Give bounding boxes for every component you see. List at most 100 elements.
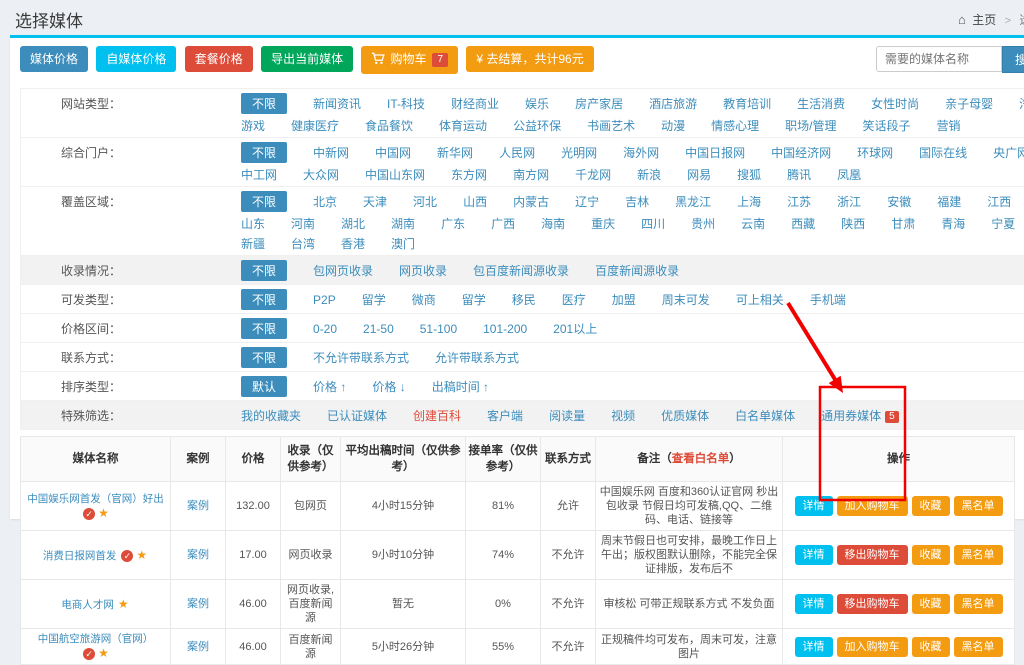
filter-option[interactable]: 四川 <box>641 215 665 232</box>
filter-option[interactable]: 中国山东网 <box>365 166 425 183</box>
filter-chip-selected[interactable]: 不限 <box>241 347 287 368</box>
filter-option[interactable]: 中国网 <box>375 144 411 161</box>
filter-option[interactable]: 价格 ↑ <box>313 378 346 395</box>
media-name-link[interactable]: 电商人才网 <box>61 599 114 611</box>
filter-option[interactable]: 微商 <box>412 291 436 308</box>
filter-option[interactable]: 财经商业 <box>451 95 499 112</box>
filter-option[interactable]: 职场/管理 <box>785 117 836 134</box>
filter-option[interactable]: 出稿时间 ↑ <box>432 378 489 395</box>
filter-chip-selected[interactable]: 不限 <box>241 289 287 310</box>
filter-option[interactable]: 客户端 <box>487 407 523 424</box>
filter-option[interactable]: 房产家居 <box>575 95 623 112</box>
filter-option[interactable]: 山西 <box>463 193 487 210</box>
blacklist-button[interactable]: 黑名单 <box>954 594 1003 614</box>
filter-option[interactable]: 手机端 <box>810 291 846 308</box>
filter-chip-selected[interactable]: 不限 <box>241 142 287 163</box>
filter-option[interactable]: 白名单媒体 <box>735 407 795 424</box>
filter-option[interactable]: 光明网 <box>561 144 597 161</box>
filter-option[interactable]: 亲子母婴 <box>945 95 993 112</box>
media-name-link[interactable]: 中国娱乐网首发（官网）好出 <box>27 493 164 505</box>
add-to-cart-button[interactable]: 加入购物车 <box>837 496 908 516</box>
filter-option[interactable]: 青海 <box>941 215 965 232</box>
remove-from-cart-button[interactable]: 移出购物车 <box>837 594 908 614</box>
filter-option[interactable]: 山东 <box>241 215 265 232</box>
filter-option[interactable]: P2P <box>313 293 336 307</box>
filter-option[interactable]: 201以上 <box>553 320 597 337</box>
filter-option[interactable]: 我的收藏夹 <box>241 407 301 424</box>
filter-option[interactable]: 女性时尚 <box>871 95 919 112</box>
case-link[interactable]: 案例 <box>187 598 209 610</box>
filter-chip-selected[interactable]: 不限 <box>241 318 287 339</box>
filter-option[interactable]: 新闻资讯 <box>313 95 361 112</box>
filter-option[interactable]: 中工网 <box>241 166 277 183</box>
filter-option[interactable]: 上海 <box>737 193 761 210</box>
export-media-button[interactable]: 导出当前媒体 <box>261 46 353 72</box>
filter-option[interactable]: 东方网 <box>451 166 487 183</box>
filter-option[interactable]: 国际在线 <box>919 144 967 161</box>
favorite-button[interactable]: 收藏 <box>912 594 950 614</box>
filter-option[interactable]: 汽车 <box>1019 95 1024 112</box>
filter-option[interactable]: 宁夏 <box>991 215 1015 232</box>
filter-option[interactable]: 吉林 <box>625 193 649 210</box>
media-name-link[interactable]: 中国航空旅游网（官网） <box>38 633 154 645</box>
filter-option[interactable]: 广东 <box>441 215 465 232</box>
filter-option[interactable]: 人民网 <box>499 144 535 161</box>
filter-option[interactable]: 优质媒体 <box>661 407 709 424</box>
filter-option[interactable]: 陕西 <box>841 215 865 232</box>
case-link[interactable]: 案例 <box>187 641 209 653</box>
filter-option[interactable]: 51-100 <box>420 322 457 336</box>
filter-option[interactable]: IT-科技 <box>387 95 425 112</box>
filter-option[interactable]: 新华网 <box>437 144 473 161</box>
filter-option[interactable]: 海南 <box>541 215 565 232</box>
media-price-button[interactable]: 媒体价格 <box>20 46 88 72</box>
filter-option[interactable]: 北京 <box>313 193 337 210</box>
filter-option[interactable]: 游戏 <box>241 117 265 134</box>
blacklist-button[interactable]: 黑名单 <box>954 637 1003 657</box>
filter-option[interactable]: 澳门 <box>391 235 415 252</box>
filter-option[interactable]: 湖南 <box>391 215 415 232</box>
package-price-button[interactable]: 套餐价格 <box>185 46 253 72</box>
filter-option[interactable]: 移民 <box>512 291 536 308</box>
filter-option[interactable]: 动漫 <box>661 117 685 134</box>
filter-option[interactable]: 广西 <box>491 215 515 232</box>
filter-option[interactable]: 河北 <box>413 193 437 210</box>
filter-option[interactable]: 西藏 <box>791 215 815 232</box>
filter-option[interactable]: 0-20 <box>313 322 337 336</box>
filter-option[interactable]: 留学 <box>362 291 386 308</box>
filter-option[interactable]: 千龙网 <box>575 166 611 183</box>
media-name-link[interactable]: 消费日报网首发 <box>43 550 117 562</box>
favorite-button[interactable]: 收藏 <box>912 496 950 516</box>
filter-option[interactable]: 重庆 <box>591 215 615 232</box>
filter-option[interactable]: 浙江 <box>837 193 861 210</box>
filter-option[interactable]: 医疗 <box>562 291 586 308</box>
add-to-cart-button[interactable]: 加入购物车 <box>837 637 908 657</box>
filter-option[interactable]: 天津 <box>363 193 387 210</box>
detail-button[interactable]: 详情 <box>795 594 833 614</box>
filter-option[interactable]: 通用券媒体5 <box>821 407 899 424</box>
filter-option[interactable]: 价格 ↓ <box>372 378 405 395</box>
detail-button[interactable]: 详情 <box>795 496 833 516</box>
filter-option[interactable]: 安徽 <box>887 193 911 210</box>
remove-from-cart-button[interactable]: 移出购物车 <box>837 545 908 565</box>
filter-chip-selected[interactable]: 不限 <box>241 191 287 212</box>
filter-option[interactable]: 江苏 <box>787 193 811 210</box>
search-input[interactable] <box>876 46 1002 72</box>
filter-option[interactable]: 河南 <box>291 215 315 232</box>
filter-option[interactable]: 创建百科 <box>413 407 461 424</box>
favorite-button[interactable]: 收藏 <box>912 545 950 565</box>
filter-option[interactable]: 新疆 <box>241 235 265 252</box>
filter-option[interactable]: 凤凰 <box>837 166 861 183</box>
filter-chip-selected[interactable]: 默认 <box>241 376 287 397</box>
filter-option[interactable]: 黑龙江 <box>675 193 711 210</box>
filter-option[interactable]: 海外网 <box>623 144 659 161</box>
filter-option[interactable]: 网页收录 <box>399 262 447 279</box>
filter-option[interactable]: 云南 <box>741 215 765 232</box>
checkout-button[interactable]: ¥ 去结算，共计96元 <box>466 46 593 72</box>
filter-option[interactable]: 允许带联系方式 <box>435 349 519 366</box>
case-link[interactable]: 案例 <box>187 500 209 512</box>
filter-option[interactable]: 情感心理 <box>711 117 759 134</box>
filter-option[interactable]: 福建 <box>937 193 961 210</box>
filter-option[interactable]: 腾讯 <box>787 166 811 183</box>
filter-chip-selected[interactable]: 不限 <box>241 260 287 281</box>
filter-option[interactable]: 南方网 <box>513 166 549 183</box>
